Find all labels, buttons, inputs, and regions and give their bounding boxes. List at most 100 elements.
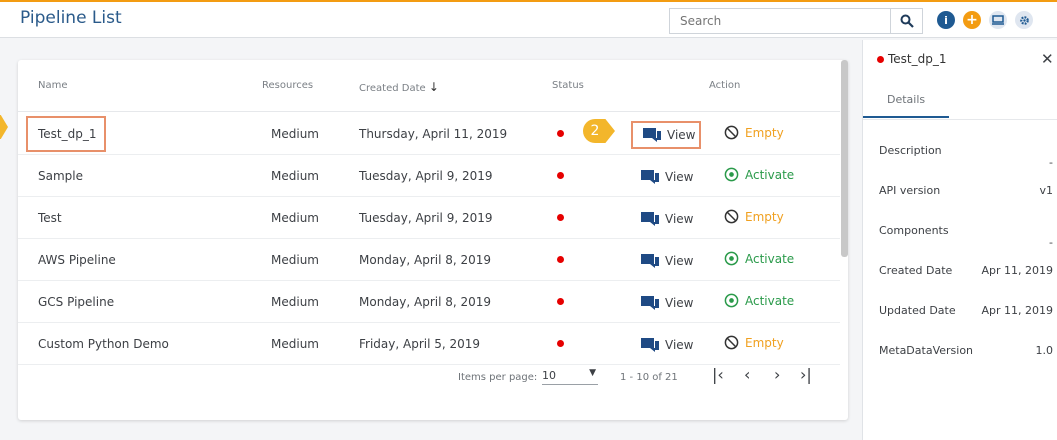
activate-button[interactable]: Activate: [724, 251, 794, 266]
pipeline-resources: Medium: [271, 337, 319, 351]
page-size-select[interactable]: 10 ▼: [542, 368, 598, 385]
column-header-action: Action: [709, 80, 741, 91]
status-dot: [877, 55, 884, 63]
detail-label: Components: [879, 224, 949, 237]
detail-label: MetaDataVersion: [879, 344, 974, 357]
status-dot: [557, 130, 564, 137]
detail-value: Apr 11, 2019: [981, 304, 1053, 317]
chevron-down-icon: ▼: [589, 368, 596, 378]
view-button[interactable]: View: [631, 205, 701, 233]
chat-icon: [641, 296, 659, 310]
view-button[interactable]: View: [631, 247, 701, 275]
chat-icon: [641, 338, 659, 352]
table-scrollbar[interactable]: [841, 60, 848, 257]
first-page-icon[interactable]: |‹: [712, 365, 724, 384]
status-dot: [557, 172, 564, 179]
table-header: Name Resources Created Date ↓ Status Act…: [18, 60, 840, 112]
step-callout-1: [0, 115, 8, 139]
view-label: View: [667, 128, 696, 142]
view-button[interactable]: View: [631, 121, 701, 149]
table-row[interactable]: AWS Pipeline Medium Monday, April 8, 2019 V…: [18, 239, 840, 281]
action-label: Activate: [745, 293, 795, 308]
action-label: Empty: [745, 209, 784, 224]
empty-button[interactable]: Empty: [724, 209, 784, 224]
view-label: View: [665, 296, 694, 310]
page-title: Pipeline List: [20, 8, 122, 28]
view-button[interactable]: View: [631, 163, 701, 191]
pipeline-name[interactable]: Test: [38, 211, 62, 225]
tab-divider: [863, 119, 1057, 120]
activate-icon: [724, 293, 739, 308]
view-button[interactable]: View: [631, 331, 701, 359]
detail-value: v1: [1039, 184, 1053, 197]
column-header-resources[interactable]: Resources: [262, 80, 313, 91]
pipeline-created-date: Monday, April 8, 2019: [359, 295, 492, 309]
pipeline-name[interactable]: AWS Pipeline: [38, 253, 116, 267]
detail-value: 1.0: [1035, 344, 1054, 357]
pipeline-name[interactable]: Custom Python Demo: [38, 337, 169, 351]
activate-icon: [724, 251, 739, 266]
view-label: View: [665, 170, 694, 184]
action-label: Empty: [745, 125, 784, 140]
last-page-icon[interactable]: ›|: [800, 365, 812, 384]
search-icon: [900, 14, 914, 28]
pipeline-created-date: Thursday, April 11, 2019: [359, 127, 508, 141]
page-size-value: 10: [542, 369, 556, 382]
pipeline-created-date: Monday, April 8, 2019: [359, 253, 492, 267]
table-row[interactable]: Test_dp_1 Medium Thursday, April 11, 2019 V…: [18, 113, 840, 155]
plus-icon[interactable]: +: [963, 11, 981, 29]
details-panel-title: Test_dp_1: [877, 52, 947, 66]
status-dot: [557, 256, 564, 263]
previous-page-icon[interactable]: ‹: [744, 365, 750, 384]
pagination-range: 1 - 10 of 21: [620, 372, 678, 383]
chat-icon: [641, 212, 659, 226]
next-page-icon[interactable]: ›: [774, 365, 780, 384]
empty-icon: [724, 209, 739, 224]
column-header-created-date[interactable]: Created Date ↓: [359, 80, 439, 94]
monitor-icon[interactable]: [989, 11, 1007, 29]
details-panel: Test_dp_1 ✕ Details Description - API vers…: [862, 40, 1057, 440]
pipeline-resources: Medium: [271, 253, 319, 267]
info-icon[interactable]: i: [937, 11, 955, 29]
pipeline-resources: Medium: [271, 211, 319, 225]
view-button[interactable]: View: [631, 289, 701, 317]
pipeline-name[interactable]: Test_dp_1: [38, 127, 97, 141]
detail-label: Updated Date: [879, 304, 956, 317]
top-bar: Pipeline List i +: [0, 0, 1057, 38]
pipeline-created-date: Friday, April 5, 2019: [359, 337, 481, 351]
view-label: View: [665, 338, 694, 352]
activate-button[interactable]: Activate: [724, 167, 794, 182]
table-row[interactable]: Sample Medium Tuesday, April 9, 2019 View Ac…: [18, 155, 840, 197]
table-row[interactable]: GCS Pipeline Medium Monday, April 8, 2019 V…: [18, 281, 840, 323]
items-per-page-label: Items per page:: [458, 372, 538, 383]
view-label: View: [665, 254, 694, 268]
empty-button[interactable]: Empty: [724, 125, 784, 140]
table-row[interactable]: Custom Python Demo Medium Friday, April 5,…: [18, 323, 840, 365]
detail-label: Description: [879, 144, 942, 157]
column-header-label: Created Date: [359, 83, 426, 94]
chat-icon: [641, 170, 659, 184]
status-dot: [557, 340, 564, 347]
status-dot: [557, 298, 564, 305]
search-input[interactable]: [669, 8, 891, 34]
search-button[interactable]: [891, 8, 923, 34]
view-label: View: [665, 212, 694, 226]
table-row[interactable]: Test Medium Tuesday, April 9, 2019 View Empt…: [18, 197, 840, 239]
detail-label: Created Date: [879, 264, 953, 277]
pipeline-name[interactable]: Sample: [38, 169, 83, 183]
close-icon[interactable]: ✕: [1041, 50, 1054, 68]
gear-icon[interactable]: [1015, 11, 1033, 29]
detail-label: API version: [879, 184, 941, 197]
pipeline-created-date: Tuesday, April 9, 2019: [359, 211, 493, 225]
action-label: Empty: [745, 335, 784, 350]
tab-details[interactable]: Details: [863, 80, 949, 118]
empty-button[interactable]: Empty: [724, 335, 784, 350]
column-header-name[interactable]: Name: [38, 80, 68, 91]
column-header-status: Status: [552, 80, 584, 91]
empty-icon: [724, 335, 739, 350]
pipeline-resources: Medium: [271, 295, 319, 309]
pipeline-resources: Medium: [271, 127, 319, 141]
activate-button[interactable]: Activate: [724, 293, 794, 308]
detail-value: -: [1049, 156, 1053, 169]
pipeline-name[interactable]: GCS Pipeline: [38, 295, 114, 309]
